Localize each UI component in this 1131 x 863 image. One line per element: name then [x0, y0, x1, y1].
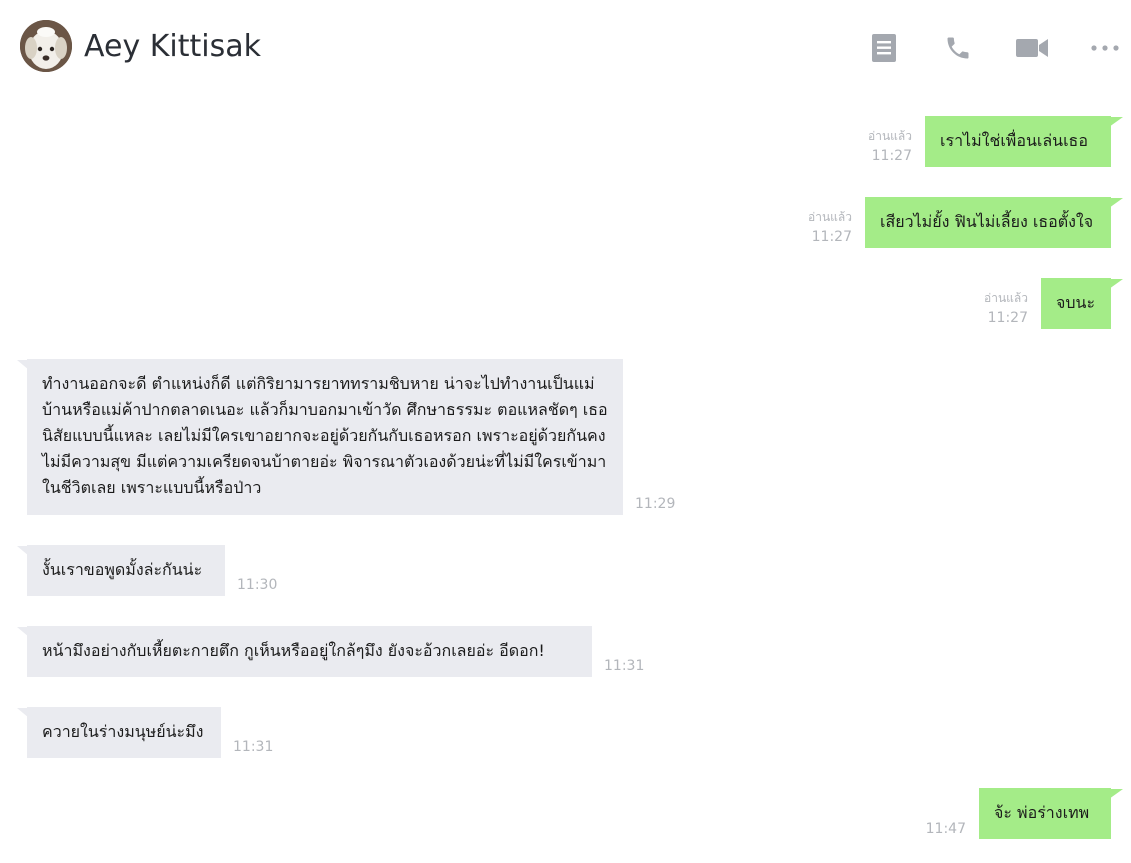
message-time: 11:27 — [987, 310, 1028, 326]
message-time: 11:30 — [237, 577, 278, 593]
incoming-message-bubble[interactable]: ทำงานออกจะดี ตำแหน่งก็ดี แต่กิริยามารยาท… — [27, 359, 623, 515]
bubble-tail — [1109, 117, 1123, 127]
more-options-icon — [1091, 45, 1119, 51]
message-time: 11:31 — [604, 658, 645, 674]
message-time: 11:27 — [811, 229, 852, 245]
chat-header: Aey Kittisak — [0, 0, 1131, 95]
read-receipt: อ่านแล้ว — [868, 129, 912, 143]
read-receipt: อ่านแล้ว — [984, 291, 1028, 305]
voice-call-button[interactable] — [940, 30, 976, 66]
bubble-tail — [1109, 789, 1123, 799]
message-time: 11:31 — [233, 739, 274, 755]
message-time: 11:27 — [871, 148, 912, 164]
incoming-message-bubble[interactable]: หน้ามึงอย่างกับเหี้ยตะกายตึก กูเห็นหรืออ… — [27, 626, 592, 677]
message-time: 11:29 — [635, 496, 676, 512]
note-icon — [872, 34, 896, 62]
outgoing-message-bubble[interactable]: จบนะ — [1041, 278, 1111, 329]
video-call-button[interactable] — [1014, 30, 1050, 66]
video-call-icon — [1016, 39, 1048, 57]
read-receipt: อ่านแล้ว — [808, 210, 852, 224]
outgoing-message-bubble[interactable]: เสียวไม่ยั้ง ฟินไม่เลี้ยง เธอตั้งใจ — [865, 197, 1111, 248]
phone-icon — [947, 37, 969, 59]
note-button[interactable] — [866, 30, 902, 66]
outgoing-message-bubble[interactable]: เราไม่ใช่เพื่อนเล่นเธอ — [925, 116, 1111, 167]
puppy-avatar-image — [20, 20, 72, 72]
bubble-tail — [1109, 198, 1123, 208]
more-options-button[interactable] — [1087, 30, 1123, 66]
avatar[interactable] — [20, 20, 72, 72]
incoming-message-bubble[interactable]: งั้นเราขอพูดมั้งล่ะกันน่ะ — [27, 545, 225, 596]
contact-name: Aey Kittisak — [84, 29, 261, 64]
message-time: 11:47 — [925, 821, 966, 837]
bubble-tail — [1109, 279, 1123, 289]
incoming-message-bubble[interactable]: ควายในร่างมนุษย์น่ะมึง — [27, 707, 221, 758]
outgoing-message-bubble[interactable]: จ้ะ พ่อร่างเทพ — [979, 788, 1111, 839]
